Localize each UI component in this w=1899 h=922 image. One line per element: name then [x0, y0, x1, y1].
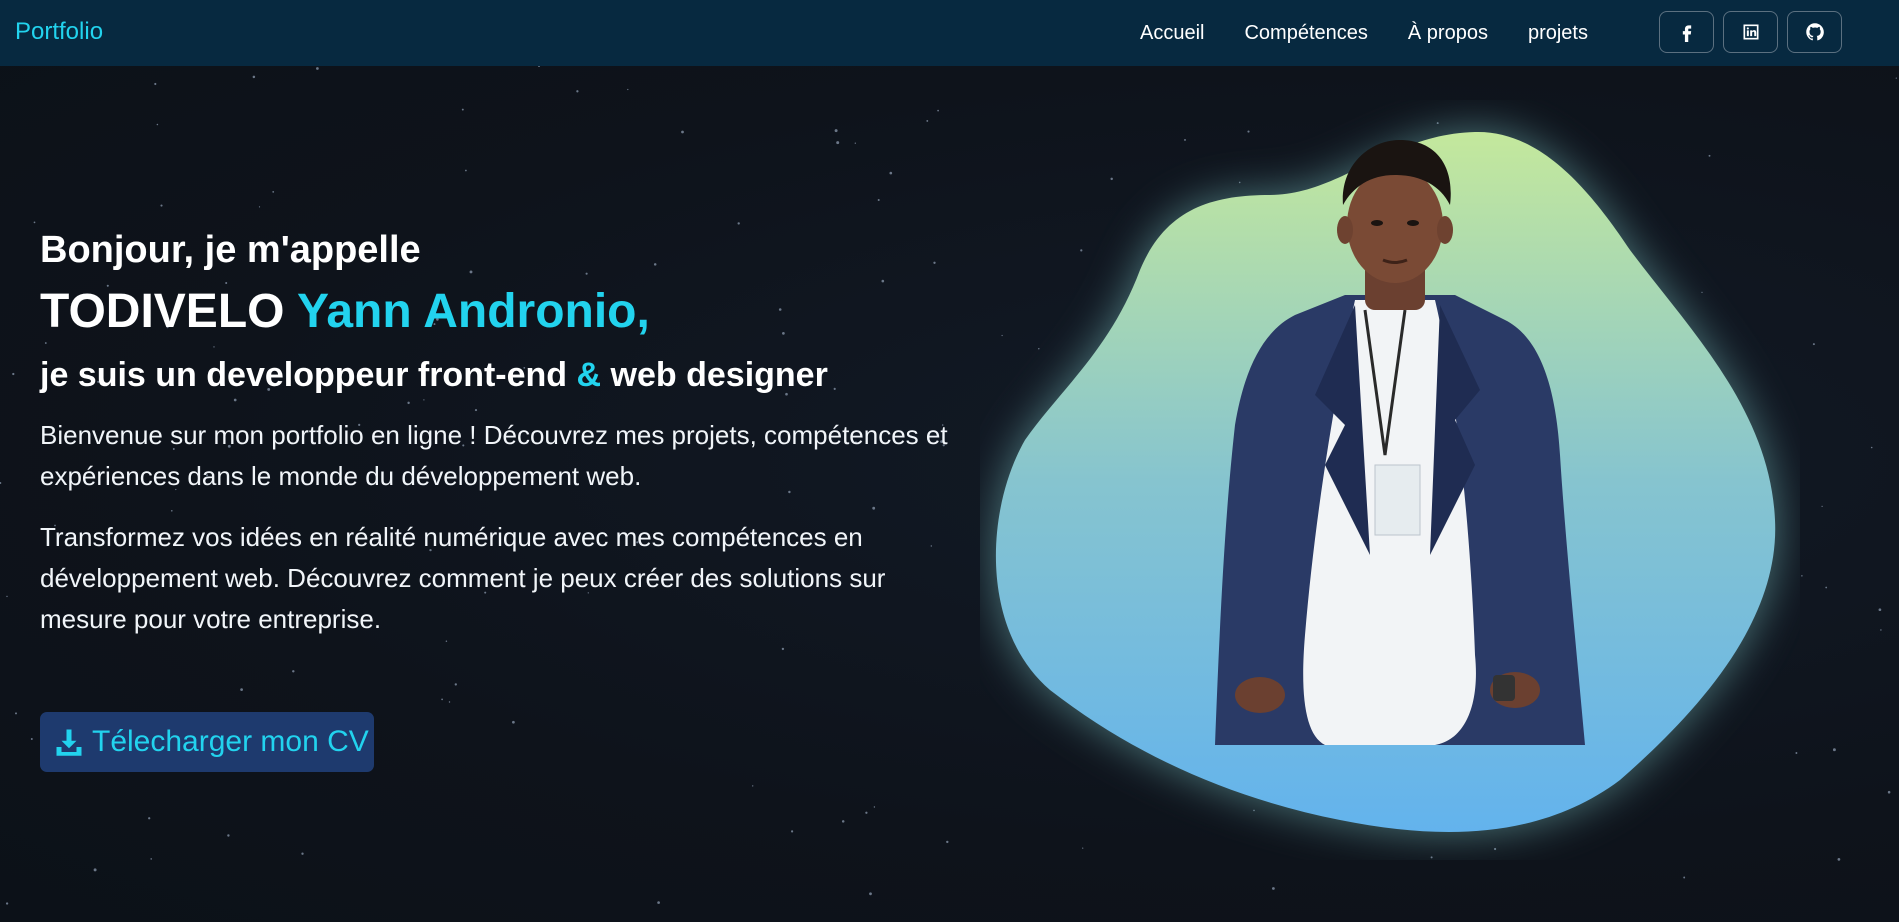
star [14, 712, 18, 715]
profile-visual [980, 100, 1800, 860]
greeting-heading: Bonjour, je m'appelle [40, 229, 421, 271]
star [1812, 343, 1815, 346]
star [1895, 77, 1897, 79]
star [1832, 748, 1836, 752]
star [576, 90, 579, 93]
facebook-button[interactable] [1659, 11, 1714, 53]
github-icon [1805, 23, 1824, 41]
github-button[interactable] [1787, 11, 1842, 53]
pitch-paragraph: Transformez vos idées en réalité numériq… [40, 522, 886, 634]
role-start: je suis un developpeur front-end [40, 356, 568, 394]
star [301, 852, 304, 855]
download-cv-label: Télecharger mon CV [92, 725, 369, 758]
brand-link[interactable]: Portfolio [15, 18, 103, 46]
star [445, 640, 448, 642]
star [946, 840, 949, 844]
page: Portfolio Accueil Compétences À propos p… [0, 0, 1899, 922]
star [12, 372, 15, 376]
download-cv-button[interactable]: Télecharger mon CV [40, 712, 374, 772]
star [937, 109, 939, 112]
nav-link-projets[interactable]: projets [1528, 22, 1588, 45]
nav-link-accueil[interactable]: Accueil [1140, 22, 1204, 45]
star [148, 817, 151, 820]
star [512, 720, 515, 724]
role-ampersand: & [576, 356, 602, 394]
star [258, 206, 261, 208]
star [1821, 505, 1823, 508]
star [93, 868, 97, 872]
nav-links: Accueil Compétences À propos projets [1140, 0, 1628, 66]
star [6, 595, 8, 598]
nav-link-a-propos[interactable]: À propos [1408, 22, 1488, 45]
star [865, 811, 868, 814]
star [873, 806, 876, 808]
star [465, 169, 467, 172]
star [1801, 575, 1803, 577]
star [1880, 629, 1882, 631]
star [790, 830, 794, 833]
star [150, 858, 153, 860]
name-accent: Yann Andronio, [296, 285, 650, 338]
name-heading: TODIVELO Yann Andronio, [40, 281, 940, 343]
star [657, 901, 660, 904]
navbar: Portfolio Accueil Compétences À propos p… [0, 0, 1899, 66]
star [1272, 887, 1275, 890]
star [869, 892, 872, 896]
star [5, 902, 9, 905]
star [1683, 876, 1686, 879]
star [454, 683, 457, 686]
star [441, 698, 443, 701]
role-heading: je suis un developpeur front-end & web d… [40, 351, 940, 399]
star [889, 171, 893, 175]
social-links [1659, 11, 1851, 53]
star [1837, 858, 1841, 861]
star [160, 204, 163, 207]
star [627, 88, 629, 91]
name-first: TODIVELO [40, 285, 285, 338]
facebook-icon [1682, 25, 1691, 42]
star [926, 119, 929, 122]
star [0, 481, 2, 485]
star [877, 198, 880, 202]
star [836, 141, 840, 145]
star [461, 108, 464, 111]
profile-photo [1215, 140, 1585, 745]
star [448, 701, 451, 703]
star [1887, 790, 1891, 794]
star [252, 75, 256, 79]
nav-link-competences[interactable]: Compétences [1244, 22, 1367, 45]
star [752, 785, 754, 787]
linkedin-icon [1743, 24, 1758, 40]
star [240, 688, 243, 691]
download-icon [56, 729, 82, 756]
star [156, 123, 159, 126]
star [841, 820, 845, 823]
star [33, 221, 36, 224]
star [834, 129, 838, 133]
intro-paragraph: Bienvenue sur mon portfolio en ligne ! D… [40, 420, 948, 491]
star [1878, 608, 1882, 612]
star [227, 834, 230, 837]
star [1870, 446, 1873, 449]
star [854, 142, 856, 144]
star [154, 82, 157, 86]
star [316, 67, 319, 70]
star [1825, 586, 1828, 589]
star [272, 191, 275, 193]
linkedin-button[interactable] [1723, 11, 1778, 53]
star [30, 738, 33, 740]
hero-text: Bonjour, je m'appelle TODIVELO Yann Andr… [40, 225, 948, 640]
star [292, 670, 295, 673]
star [681, 130, 684, 134]
star [781, 647, 785, 651]
role-end: web designer [610, 356, 828, 394]
